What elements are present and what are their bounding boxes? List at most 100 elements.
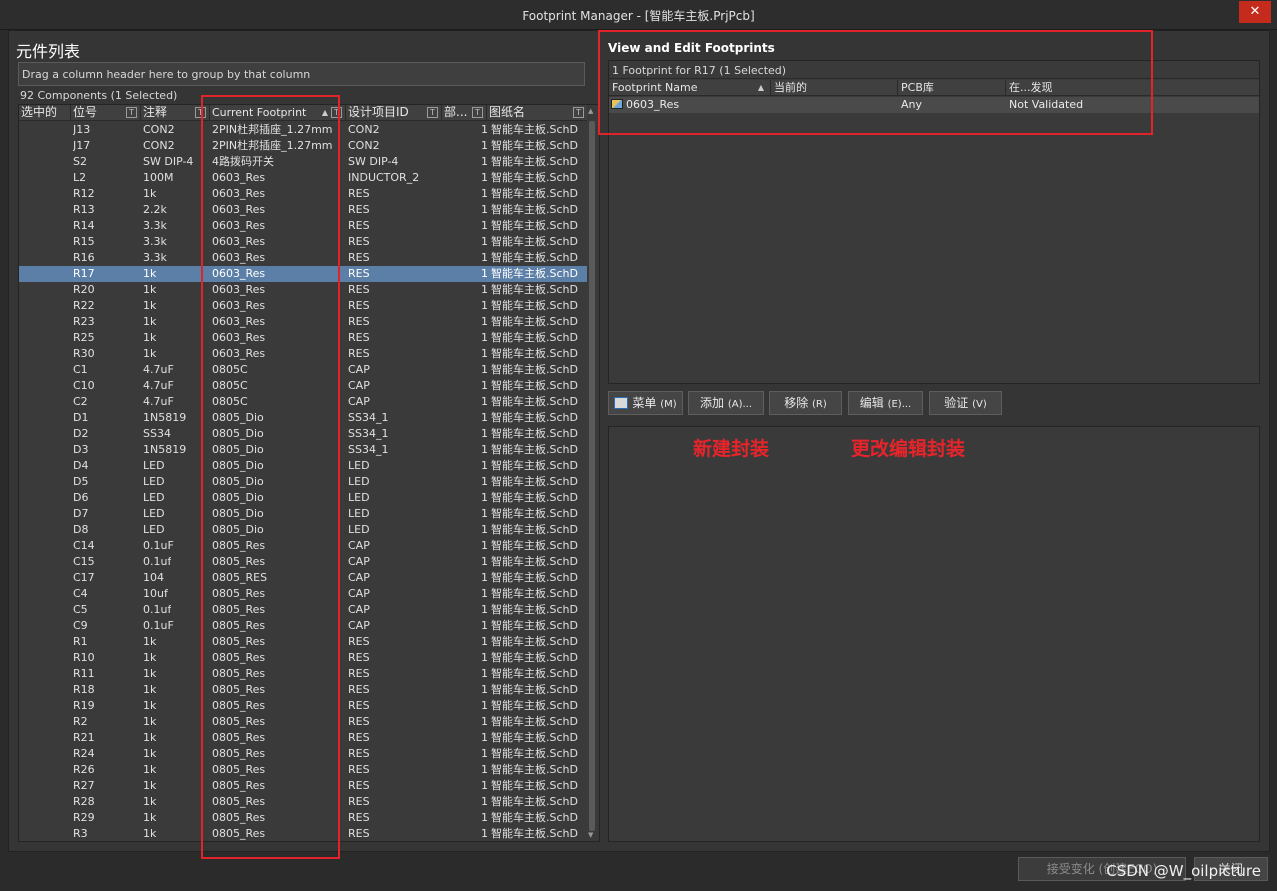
column-header-design-item-id[interactable]: 设计项目ID T — [346, 105, 442, 121]
column-header-comment[interactable]: 注释 T — [141, 105, 210, 121]
scroll-up-icon[interactable]: ▲ — [588, 107, 593, 115]
item-id-cell: SS34_1 — [348, 427, 389, 440]
sheet-cell: 智能车主板.SchD — [491, 763, 578, 776]
designator-cell: C4 — [73, 587, 88, 600]
sheet-cell: 智能车主板.SchD — [491, 395, 578, 408]
sheet-cell: 智能车主板.SchD — [491, 235, 578, 248]
filter-icon[interactable]: T — [126, 107, 137, 118]
scroll-thumb[interactable] — [589, 121, 595, 831]
comment-cell: 1k — [143, 267, 157, 280]
comment-cell: 0.1uF — [143, 619, 174, 632]
item-id-cell: RES — [348, 299, 370, 312]
comment-cell: 0.1uF — [143, 539, 174, 552]
part-cell: 1 — [481, 427, 488, 440]
comment-cell: 10uf — [143, 587, 168, 600]
part-cell: 1 — [481, 747, 488, 760]
comment-cell: 1k — [143, 331, 157, 344]
part-cell: 1 — [481, 331, 488, 344]
item-id-cell: CAP — [348, 603, 370, 616]
column-header-selected[interactable]: 选中的 — [19, 105, 71, 121]
item-id-cell: RES — [348, 731, 370, 744]
part-cell: 1 — [481, 443, 488, 456]
title-bar: Footprint Manager - [智能车主板.PrjPcb] ✕ — [0, 0, 1277, 30]
menu-button[interactable]: 菜单 (M) — [608, 391, 683, 415]
annotation-edit-footprint: 更改编辑封装 — [851, 438, 966, 460]
part-cell: 1 — [481, 123, 488, 136]
item-id-cell: RES — [348, 667, 370, 680]
filter-icon[interactable]: T — [472, 107, 483, 118]
comment-cell: 4.7uF — [143, 379, 174, 392]
item-id-cell: SS34_1 — [348, 411, 389, 424]
group-by-area[interactable]: Drag a column header here to group by th… — [18, 62, 585, 86]
part-cell: 1 — [481, 251, 488, 264]
item-id-cell: RES — [348, 347, 370, 360]
filter-icon[interactable]: T — [573, 107, 584, 118]
sheet-cell: 智能车主板.SchD — [491, 443, 578, 456]
designator-cell: R27 — [73, 779, 95, 792]
item-id-cell: CAP — [348, 587, 370, 600]
designator-cell: D5 — [73, 475, 89, 488]
comment-cell: LED — [143, 459, 165, 472]
edit-button[interactable]: 编辑 (E)... — [848, 391, 923, 415]
sheet-cell: 智能车主板.SchD — [491, 347, 578, 360]
designator-cell: J17 — [73, 139, 91, 152]
column-header-designator[interactable]: 位号 T — [71, 105, 141, 121]
comment-cell: 3.3k — [143, 219, 167, 232]
sheet-cell: 智能车主板.SchD — [491, 187, 578, 200]
comment-cell: 3.3k — [143, 235, 167, 248]
designator-cell: R16 — [73, 251, 95, 264]
comment-cell: 1k — [143, 187, 157, 200]
comment-cell: 1N5819 — [143, 411, 187, 424]
item-id-cell: RES — [348, 715, 370, 728]
scroll-down-icon[interactable]: ▼ — [588, 831, 593, 839]
designator-cell: D4 — [73, 459, 89, 472]
sheet-cell: 智能车主板.SchD — [491, 779, 578, 792]
sheet-cell: 智能车主板.SchD — [491, 475, 578, 488]
sheet-cell: 智能车主板.SchD — [491, 667, 578, 680]
part-cell: 1 — [481, 779, 488, 792]
item-id-cell: LED — [348, 491, 370, 504]
part-cell: 1 — [481, 299, 488, 312]
comment-cell: 0.1uf — [143, 603, 172, 616]
designator-cell: C2 — [73, 395, 88, 408]
part-cell: 1 — [481, 491, 488, 504]
designator-cell: C10 — [73, 379, 95, 392]
part-cell: 1 — [481, 683, 488, 696]
item-id-cell: RES — [348, 699, 370, 712]
vertical-scrollbar[interactable]: ▲ ▼ — [587, 107, 597, 839]
part-cell: 1 — [481, 827, 488, 840]
part-cell: 1 — [481, 795, 488, 808]
item-id-cell: RES — [348, 203, 370, 216]
part-cell: 1 — [481, 171, 488, 184]
part-cell: 1 — [481, 379, 488, 392]
sheet-cell: 智能车主板.SchD — [491, 123, 578, 136]
part-cell: 1 — [481, 315, 488, 328]
part-cell: 1 — [481, 363, 488, 376]
part-cell: 1 — [481, 459, 488, 472]
filter-icon[interactable]: T — [427, 107, 438, 118]
item-id-cell: LED — [348, 523, 370, 536]
remove-button[interactable]: 移除 (R) — [769, 391, 842, 415]
column-header-sheet-name[interactable]: 图纸名 T — [487, 105, 587, 121]
designator-cell: R3 — [73, 827, 88, 840]
add-button[interactable]: 添加 (A)... — [688, 391, 764, 415]
item-id-cell: RES — [348, 283, 370, 296]
comment-cell: 1k — [143, 699, 157, 712]
footprint-preview — [608, 426, 1260, 842]
sheet-cell: 智能车主板.SchD — [491, 379, 578, 392]
designator-cell: R21 — [73, 731, 95, 744]
comment-cell: 1k — [143, 651, 157, 664]
validate-button[interactable]: 验证 (V) — [929, 391, 1002, 415]
designator-cell: R15 — [73, 235, 95, 248]
item-id-cell: RES — [348, 811, 370, 824]
part-cell: 1 — [481, 475, 488, 488]
sheet-cell: 智能车主板.SchD — [491, 331, 578, 344]
part-cell: 1 — [481, 635, 488, 648]
part-cell: 1 — [481, 139, 488, 152]
sheet-cell: 智能车主板.SchD — [491, 715, 578, 728]
comment-cell: 2.2k — [143, 203, 167, 216]
item-id-cell: RES — [348, 683, 370, 696]
close-window-icon[interactable]: ✕ — [1239, 1, 1271, 23]
column-header-part[interactable]: 部... T — [442, 105, 487, 121]
part-cell: 1 — [481, 283, 488, 296]
